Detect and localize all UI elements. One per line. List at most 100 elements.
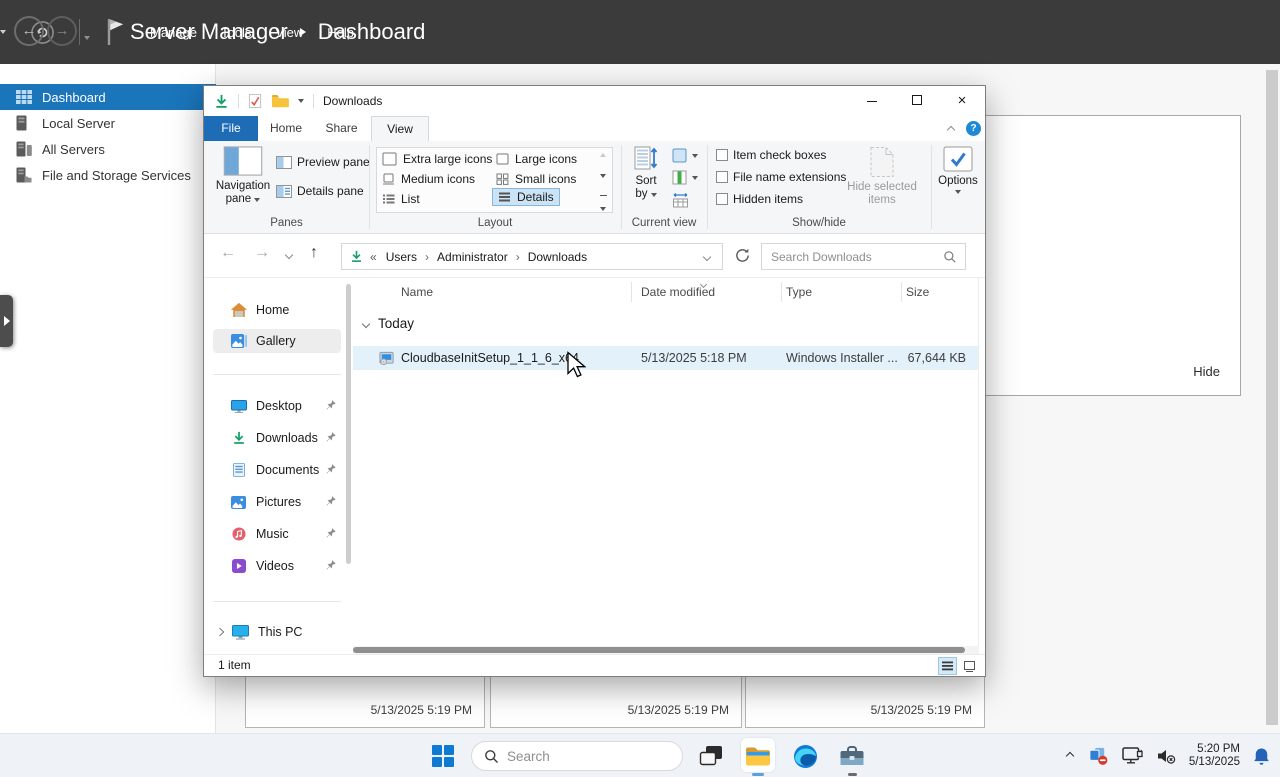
tray-status-icon[interactable] [1088,746,1109,766]
crumb-downloads[interactable]: Downloads [528,250,587,264]
tab-file[interactable]: File [204,116,258,141]
column-header-name[interactable]: Name [401,278,433,306]
file-explorer-taskbar-button[interactable] [739,734,777,777]
crumb-separator[interactable]: › [516,250,520,264]
taskbar-search[interactable] [471,741,683,771]
volume-muted-icon[interactable] [1157,748,1176,764]
layout-list[interactable]: List [382,190,420,208]
forward-button[interactable]: → [47,16,77,46]
details-pane-button[interactable]: Details pane [276,184,364,198]
maximize-button[interactable] [894,86,939,116]
nav-item-gallery[interactable]: Gallery [213,329,341,353]
column-divider[interactable] [781,282,782,302]
refresh-address-icon[interactable] [734,247,751,264]
thumbnail-view-toggle[interactable] [960,657,979,675]
quick-access-checkmark-icon[interactable] [248,93,262,109]
size-columns-button[interactable] [672,192,689,208]
column-divider[interactable] [901,282,902,302]
search-container[interactable] [761,243,966,270]
group-header-today[interactable]: Today [363,316,414,331]
quick-access-dropdown-icon[interactable] [298,99,304,103]
explorer-titlebar[interactable]: Downloads × [204,86,985,116]
tab-share[interactable]: Share [314,116,369,141]
sidebar-item-all-servers[interactable]: All Servers [0,136,216,162]
preview-pane-button[interactable]: Preview pane [276,155,370,169]
edge-taskbar-button[interactable] [786,734,824,777]
sidebar-item-local-server[interactable]: Local Server [0,110,216,136]
item-check-boxes-checkbox[interactable]: Item check boxes [716,148,826,162]
minimize-button[interactable] [849,86,894,116]
tab-view[interactable]: View [371,116,429,141]
nav-item-desktop[interactable]: Desktop [213,395,341,417]
crumb-administrator[interactable]: Administrator [437,250,508,264]
taskbar-clock[interactable]: 5:20 PM 5/13/2025 [1189,743,1240,769]
sidebar-item-file-storage-services[interactable]: File and Storage Services [0,162,216,188]
start-button[interactable] [424,734,462,777]
collapse-ribbon-icon[interactable] [947,126,955,134]
forward-arrow-icon[interactable]: → [254,244,270,262]
layout-scroll-up-icon[interactable] [600,153,606,157]
tray-overflow-icon[interactable] [1066,752,1074,760]
layout-details[interactable]: Details [492,188,560,206]
crumb-overflow[interactable]: « [370,250,377,264]
close-button[interactable]: × [939,86,985,116]
sort-by-button[interactable]: Sort by [626,146,666,201]
notifications-dropdown-icon[interactable] [0,30,6,34]
sidebar-item-dashboard[interactable]: Dashboard [0,84,216,110]
task-view-button[interactable] [692,734,730,777]
nav-item-music[interactable]: Music [213,523,341,545]
taskbar-search-input[interactable] [507,742,682,770]
flag-icon[interactable] [104,17,126,47]
item-count: 1 item [218,658,251,672]
help-icon[interactable]: ? [966,121,981,136]
nav-pane-scrollbar[interactable] [346,284,351,564]
nav-item-videos[interactable]: Videos [213,555,341,577]
folder-icon[interactable] [271,94,289,108]
nav-history-dropdown-icon[interactable] [84,36,90,40]
hidden-items-checkbox[interactable]: Hidden items [716,192,803,206]
address-bar[interactable]: « Users › Administrator › Downloads [341,243,723,270]
column-header-size[interactable]: Size [906,278,929,306]
add-columns-button[interactable] [672,170,698,185]
crumb-users[interactable]: Users [386,250,417,264]
address-dropdown-icon[interactable] [703,253,711,261]
nav-item-documents[interactable]: Documents [213,459,341,481]
nav-item-this-pc[interactable]: This PC [213,621,341,643]
layout-medium-icons[interactable]: Medium icons [382,170,475,188]
tab-home[interactable]: Home [260,116,312,141]
layout-large-icons[interactable]: Large icons [496,150,577,168]
group-collapse-icon[interactable] [362,319,370,327]
navigation-pane-button[interactable]: Navigation pane [214,146,272,206]
nav-item-pictures[interactable]: Pictures [213,491,341,513]
flyout-expand-tab[interactable] [0,295,13,347]
layout-more-icon[interactable] [600,195,607,216]
server-manager-taskbar-button[interactable] [833,734,871,777]
expand-chevron-icon[interactable] [216,628,224,636]
group-by-button[interactable] [672,148,698,163]
horizontal-scrollbar[interactable] [353,646,979,654]
column-header-date-modified[interactable]: Date modified [641,278,715,306]
file-row[interactable]: CloudbaseInitSetup_1_1_6_x64 5/13/2025 5… [353,346,979,370]
sm-scrollbar[interactable] [1266,70,1278,725]
options-button[interactable]: Options [934,146,982,194]
details-view-toggle[interactable] [938,657,957,675]
layout-small-icons[interactable]: Small icons [496,170,576,188]
search-input[interactable] [762,244,965,269]
recent-locations-icon[interactable] [285,251,293,259]
file-name-extensions-checkbox[interactable]: File name extensions [716,170,846,184]
column-header-type[interactable]: Type [786,278,812,306]
network-icon[interactable] [1122,747,1144,766]
column-divider[interactable] [631,282,632,302]
up-arrow-icon[interactable]: ↑ [310,244,318,262]
hide-link[interactable]: Hide [1193,364,1220,379]
nav-item-downloads[interactable]: Downloads [213,427,341,449]
search-icon[interactable] [943,250,957,264]
crumb-separator[interactable]: › [425,250,429,264]
back-arrow-icon[interactable]: ← [220,244,236,262]
layout-scroll-down-icon[interactable] [600,174,606,178]
notifications-bell-icon[interactable] [1253,747,1270,766]
layout-extra-large-icons[interactable]: Extra large icons [382,150,492,168]
back-button[interactable]: ← [14,16,44,46]
nav-item-home[interactable]: Home [213,299,341,321]
horizontal-scrollbar-thumb[interactable] [353,647,965,653]
